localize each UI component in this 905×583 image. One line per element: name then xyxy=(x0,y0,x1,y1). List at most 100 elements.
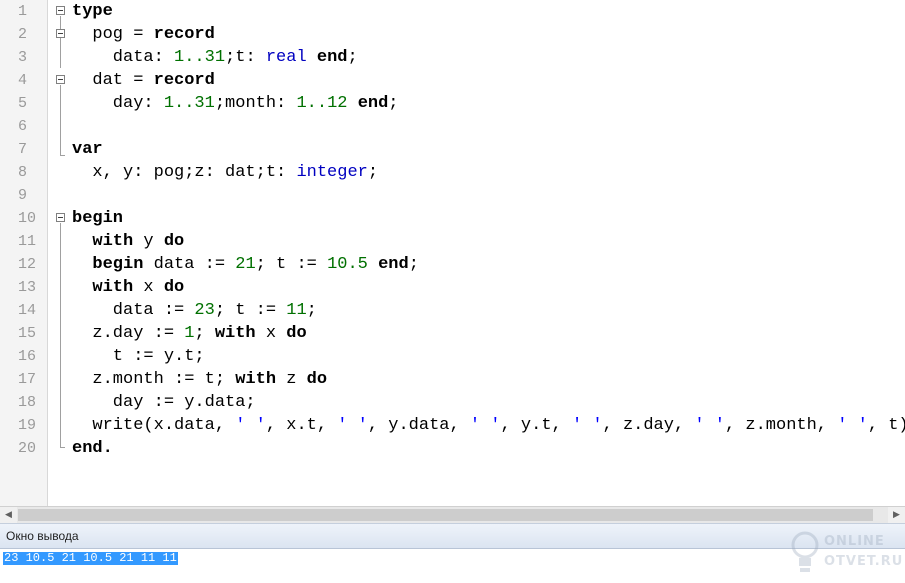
fold-toggle-icon[interactable] xyxy=(56,75,65,84)
keyword-token: do xyxy=(306,370,328,389)
arrow-right-icon[interactable]: ▶ xyxy=(888,507,905,523)
code-token: x, y: pog;z: dat;t: xyxy=(72,163,297,182)
number-token: 11 xyxy=(286,301,307,320)
code-line[interactable]: day := y.data; xyxy=(72,391,256,414)
output-panel[interactable]: 23 10.5 21 10.5 21 11 11 xyxy=(0,549,905,583)
line-number: 15 xyxy=(18,325,37,342)
string-token: ' ' xyxy=(837,416,868,435)
fold-toggle-icon[interactable] xyxy=(56,6,65,15)
keyword-token: var xyxy=(72,140,103,159)
line-number: 8 xyxy=(18,164,28,181)
keyword-token: do xyxy=(163,278,185,297)
keyword-token: with xyxy=(92,278,134,297)
code-token: , x.t, xyxy=(265,416,338,435)
code-token: z.month := t; xyxy=(72,370,236,389)
code-line[interactable]: x, y: pog;z: dat;t: integer; xyxy=(72,161,378,184)
code-token: y xyxy=(133,232,164,251)
code-line[interactable]: end. xyxy=(72,437,113,460)
code-token: , t); xyxy=(867,416,905,435)
code-line[interactable]: with y do xyxy=(72,230,184,253)
code-token: ; xyxy=(194,324,215,343)
fold-toggle-icon[interactable] xyxy=(56,213,65,222)
keyword-token: begin xyxy=(92,255,144,274)
keyword-token: end xyxy=(316,48,348,67)
code-token: , z.day, xyxy=(602,416,695,435)
code-token: ; t := xyxy=(214,301,287,320)
number-token: 1 xyxy=(184,324,195,343)
keyword-token: do xyxy=(286,324,307,343)
line-number: 1 xyxy=(18,3,28,20)
code-line[interactable]: write(x.data, ' ', x.t, ' ', y.data, ' '… xyxy=(72,414,905,437)
horizontal-scrollbar[interactable]: ◀ ▶ xyxy=(0,506,905,523)
code-token: write(x.data, xyxy=(72,416,236,435)
code-token: day := y.data; xyxy=(72,393,256,412)
code-line[interactable]: z.month := t; with z do xyxy=(72,368,327,391)
fold-toggle-icon[interactable] xyxy=(56,29,65,38)
scrollbar-thumb[interactable] xyxy=(18,509,873,521)
line-number: 7 xyxy=(18,141,28,158)
code-line[interactable]: pog = record xyxy=(72,23,215,46)
number-token: 1..12 xyxy=(296,94,348,113)
code-token: ;t: xyxy=(225,48,266,67)
fold-guide xyxy=(60,223,61,447)
code-token: ; xyxy=(367,163,379,182)
string-token: ' ' xyxy=(469,416,501,435)
fold-guide xyxy=(60,85,61,155)
type-token: real xyxy=(265,48,307,67)
code-token: x xyxy=(133,278,164,297)
keyword-token: record xyxy=(153,25,215,44)
watermark-line2: OTVET.RU xyxy=(824,554,904,569)
code-line[interactable]: day: 1..31;month: 1..12 end; xyxy=(72,92,399,115)
code-line[interactable]: begin data := 21; t := 10.5 end; xyxy=(72,253,419,276)
code-token: ; xyxy=(306,301,317,320)
line-number: 6 xyxy=(18,118,28,135)
line-number: 3 xyxy=(18,49,28,66)
code-line[interactable]: dat = record xyxy=(72,69,215,92)
code-token: data: xyxy=(72,48,175,67)
code-line[interactable]: data := 23; t := 11; xyxy=(72,299,317,322)
code-folding-margin xyxy=(49,0,71,506)
code-token: pog = xyxy=(72,25,154,44)
arrow-left-icon[interactable]: ◀ xyxy=(0,507,17,523)
line-number: 18 xyxy=(18,394,37,411)
line-number: 14 xyxy=(18,302,37,319)
line-number: 20 xyxy=(18,440,37,457)
code-token: day: xyxy=(72,94,164,113)
keyword-token: with xyxy=(214,324,256,343)
code-line[interactable]: begin xyxy=(72,207,123,230)
code-line[interactable]: var xyxy=(72,138,103,161)
keyword-token: record xyxy=(153,71,215,90)
code-line[interactable]: data: 1..31;t: real end; xyxy=(72,46,358,69)
keyword-token: end xyxy=(378,255,409,274)
code-token: ; xyxy=(347,48,358,67)
line-number: 12 xyxy=(18,256,37,273)
code-line[interactable]: t := y.t; xyxy=(72,345,205,368)
code-line[interactable]: with x do xyxy=(72,276,184,299)
watermark: ONLINE OTVET.RU xyxy=(790,528,905,583)
fold-guide xyxy=(60,155,65,156)
output-panel-header: Окно вывода xyxy=(0,523,905,549)
line-number: 4 xyxy=(18,72,28,89)
line-number: 5 xyxy=(18,95,28,112)
type-token: integer xyxy=(296,163,368,182)
output-text[interactable]: 23 10.5 21 10.5 21 11 11 xyxy=(3,552,178,565)
output-panel-title: Окно вывода xyxy=(6,529,79,543)
code-token: x xyxy=(255,324,287,343)
string-token: ' ' xyxy=(337,416,368,435)
code-token: t := y.t; xyxy=(72,347,205,366)
code-line[interactable]: z.day := 1; with x do xyxy=(72,322,307,345)
keyword-token: type xyxy=(72,2,113,21)
code-token: , y.data, xyxy=(367,416,470,435)
line-number: 13 xyxy=(18,279,37,296)
code-editor[interactable]: type pog = record data: 1..31;t: real en… xyxy=(72,0,905,506)
code-token: z.day := xyxy=(72,324,185,343)
code-line[interactable]: type xyxy=(72,0,113,23)
keyword-token: do xyxy=(163,232,185,251)
keyword-token: begin xyxy=(72,209,124,228)
code-token: data := xyxy=(143,255,236,274)
code-token: data := xyxy=(72,301,195,320)
